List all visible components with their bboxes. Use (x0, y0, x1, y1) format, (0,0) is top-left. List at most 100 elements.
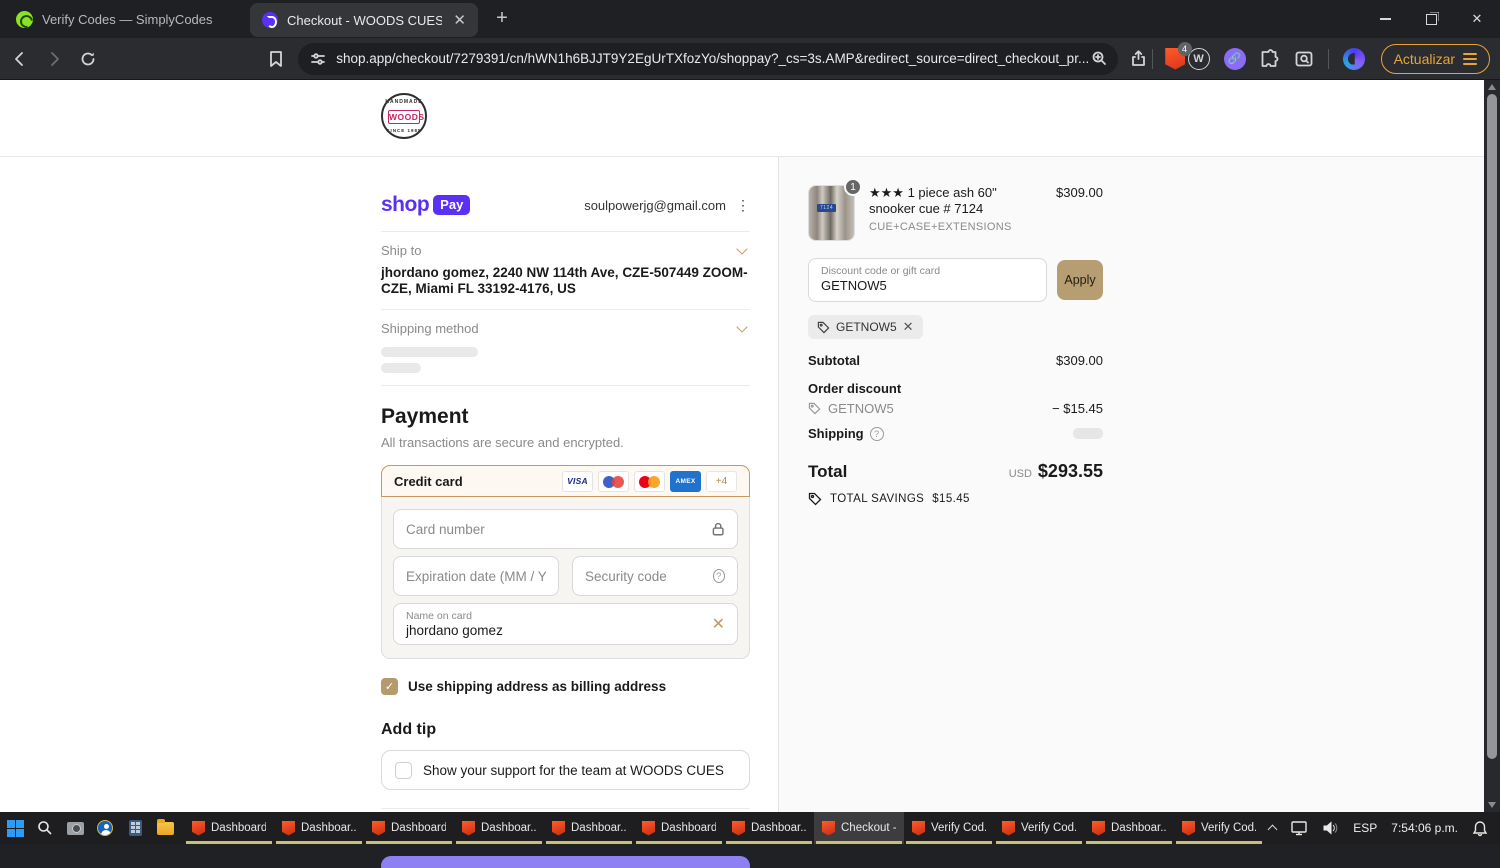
maestro-icon (598, 471, 629, 492)
scroll-up-arrow[interactable] (1488, 84, 1496, 90)
zoom-page-icon[interactable] (1091, 50, 1108, 67)
taskbar-app[interactable]: Verify Cod... (1174, 812, 1264, 844)
discount-chip[interactable]: GETNOW5 ✕ (808, 315, 923, 339)
bookmark-icon[interactable] (262, 44, 290, 74)
scrollbar-thumb[interactable] (1487, 94, 1497, 759)
calculator-icon[interactable] (120, 812, 150, 844)
discount-code-input[interactable] (821, 278, 1034, 293)
lock-icon (711, 521, 725, 537)
sidebar-search-icon[interactable] (1294, 49, 1314, 69)
reload-button[interactable] (74, 44, 102, 74)
taskbar-app[interactable]: Dashboar... (544, 812, 634, 844)
expiration-input[interactable] (406, 569, 546, 584)
remove-discount-icon[interactable]: ✕ (903, 319, 914, 335)
tip-option-row[interactable]: Show your support for the team at WOODS … (381, 750, 750, 790)
billing-address-checkbox-row[interactable]: ✓ Use shipping address as billing addres… (381, 678, 750, 695)
menu-hamburger-icon[interactable] (1463, 53, 1477, 65)
start-button[interactable] (0, 812, 30, 844)
tip-checkbox[interactable] (395, 762, 412, 779)
discount-chip-label: GETNOW5 (836, 320, 897, 334)
shop-favicon (262, 12, 278, 28)
product-title: ★★★ 1 piece ash 60" snooker cue # 7124 (869, 185, 1042, 218)
expiration-field[interactable] (393, 556, 559, 596)
logo-name: WOODS (388, 110, 420, 124)
taskbar-app[interactable]: Dashboard... (184, 812, 274, 844)
ship-to-section[interactable]: Ship to jhordano gomez, 2240 NW 114th Av… (381, 231, 750, 309)
clock[interactable]: 7:54:06 p.m. (1391, 821, 1458, 835)
notifications-bell-icon[interactable] (1472, 820, 1488, 837)
store-logo[interactable]: HANDMADE WOODS SINCE 1985 (381, 93, 427, 139)
page-scrollbar[interactable] (1484, 80, 1500, 812)
shop-pay-badge: Pay (433, 195, 470, 215)
loading-skeleton (381, 363, 421, 373)
forward-button[interactable] (40, 44, 68, 74)
brave-icon (282, 821, 295, 836)
tag-icon (817, 321, 830, 334)
update-browser-button[interactable]: Actualizar (1381, 44, 1490, 74)
back-button[interactable] (6, 44, 34, 74)
volume-icon[interactable] (1322, 820, 1339, 836)
add-tip-title: Add tip (381, 721, 750, 739)
close-button[interactable] (1454, 0, 1500, 38)
windows-taskbar: Dashboard... Dashboar... Dashboard... Da… (0, 812, 1500, 844)
clear-icon[interactable]: ✕ (712, 614, 725, 634)
pay-now-button[interactable] (381, 856, 750, 868)
network-icon[interactable] (1290, 820, 1308, 836)
extensions-puzzle-icon[interactable] (1260, 49, 1280, 69)
line-item: 1 ★★★ 1 piece ash 60" snooker cue # 7124… (808, 185, 1103, 241)
chevron-down-icon[interactable] (736, 243, 747, 254)
share-icon[interactable] (1124, 44, 1152, 74)
card-number-input[interactable] (406, 522, 711, 537)
taskbar-app[interactable]: Verify Cod... (904, 812, 994, 844)
credit-card-option[interactable]: Credit card VISA AMEX +4 (381, 465, 750, 497)
applied-discount-code: GETNOW5 (828, 401, 894, 416)
url-text[interactable]: shop.app/checkout/7279391/cn/hWN1h6BJJT9… (336, 51, 1091, 66)
taskbar-app[interactable]: Dashboar... (454, 812, 544, 844)
tab-close-icon[interactable]: ✕ (451, 11, 468, 29)
tab-label: Verify Codes — SimplyCodes (42, 12, 213, 27)
restore-button[interactable] (1408, 0, 1454, 38)
new-tab-button[interactable]: + (490, 7, 514, 29)
simplycodes-extension-icon[interactable]: 🔗 (1224, 48, 1246, 70)
file-explorer-icon[interactable] (150, 812, 180, 844)
apply-discount-button[interactable]: Apply (1057, 260, 1103, 300)
minimize-button[interactable] (1362, 0, 1408, 38)
tab-checkout[interactable]: Checkout - WOODS CUES ✕ (250, 3, 478, 37)
shipping-help-icon[interactable]: ? (870, 427, 884, 441)
snipping-tool-icon[interactable] (60, 812, 90, 844)
taskbar-app[interactable]: Dashboar... (274, 812, 364, 844)
url-bar[interactable]: shop.app/checkout/7279391/cn/hWN1h6BJJT9… (298, 43, 1118, 75)
taskbar-app[interactable]: Dashboar... (724, 812, 814, 844)
account-menu-icon[interactable]: ⋮ (736, 197, 750, 214)
tune-icon[interactable] (310, 51, 326, 67)
billing-checkbox[interactable]: ✓ (381, 678, 398, 695)
taskbar-app[interactable]: Dashboard... (634, 812, 724, 844)
ship-to-label: Ship to (381, 243, 421, 258)
update-label: Actualizar (1394, 51, 1455, 67)
brave-icon (372, 821, 385, 836)
brave-shield-icon[interactable]: 4 (1163, 46, 1187, 72)
help-icon[interactable]: ? (713, 569, 725, 583)
language-indicator[interactable]: ESP (1353, 821, 1377, 835)
tab-verify-codes[interactable]: Verify Codes — SimplyCodes (0, 0, 234, 38)
security-code-field[interactable]: ? (572, 556, 738, 596)
chevron-down-icon[interactable] (736, 322, 747, 333)
name-on-card-field[interactable]: Name on card jhordano gomez ✕ (393, 603, 738, 645)
leo-ai-icon[interactable] (1343, 48, 1365, 70)
security-code-input[interactable] (585, 569, 707, 584)
discount-code-field[interactable]: Discount code or gift card (808, 258, 1047, 302)
search-icon[interactable] (30, 812, 60, 844)
account-app-icon[interactable] (90, 812, 120, 844)
taskbar-app[interactable]: Dashboard... (364, 812, 454, 844)
name-on-card-value[interactable]: jhordano gomez (406, 623, 712, 638)
scroll-down-arrow[interactable] (1488, 802, 1496, 808)
shipping-method-section[interactable]: Shipping method (381, 309, 750, 385)
taskbar-app[interactable]: Dashboar... (1084, 812, 1174, 844)
store-header: HANDMADE WOODS SINCE 1985 (0, 80, 1484, 157)
card-number-field[interactable] (393, 509, 738, 549)
tray-expand-icon[interactable] (1268, 825, 1278, 835)
visa-icon: VISA (562, 471, 593, 492)
taskbar-app-active[interactable]: Checkout -... (814, 812, 904, 844)
taskbar-app[interactable]: Verify Cod... (994, 812, 1084, 844)
tag-icon (808, 402, 821, 415)
